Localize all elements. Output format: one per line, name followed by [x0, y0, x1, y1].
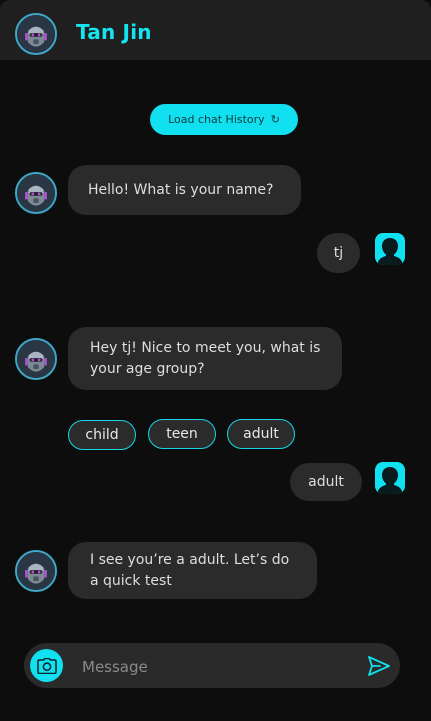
robot-avatar-icon: [15, 338, 57, 380]
user-message-bubble: tj: [317, 233, 360, 273]
robot-avatar-icon: [15, 172, 57, 214]
refresh-icon: ↻: [270, 113, 280, 126]
chat-header: Tan Jin: [0, 0, 431, 60]
user-avatar-icon: [375, 233, 405, 265]
robot-avatar-icon: [15, 550, 57, 592]
load-chat-history-label: Load chat History: [168, 113, 265, 126]
load-chat-history-button[interactable]: Load chat History ↻: [150, 104, 298, 135]
message-input[interactable]: [80, 651, 354, 682]
option-teen-button[interactable]: teen: [148, 419, 216, 449]
user-message-bubble: adult: [290, 463, 362, 501]
bot-message-bubble: Hello! What is your name?: [68, 165, 301, 215]
robot-avatar-icon: [15, 13, 57, 55]
chat-title: Tan Jin: [76, 20, 152, 44]
bot-message-bubble: Hey tj! Nice to meet you, what is your a…: [68, 327, 342, 390]
camera-icon[interactable]: [30, 649, 63, 682]
option-child-button[interactable]: child: [68, 420, 136, 450]
bot-message-bubble: I see you’re a adult. Let’s do a quick t…: [68, 542, 317, 599]
option-adult-button[interactable]: adult: [227, 419, 295, 449]
message-composer: [24, 643, 400, 688]
user-avatar-icon: [375, 462, 405, 494]
chat-app: Tan Jin Load chat History ↻ Hello! What …: [0, 0, 431, 721]
send-icon[interactable]: [367, 655, 391, 677]
